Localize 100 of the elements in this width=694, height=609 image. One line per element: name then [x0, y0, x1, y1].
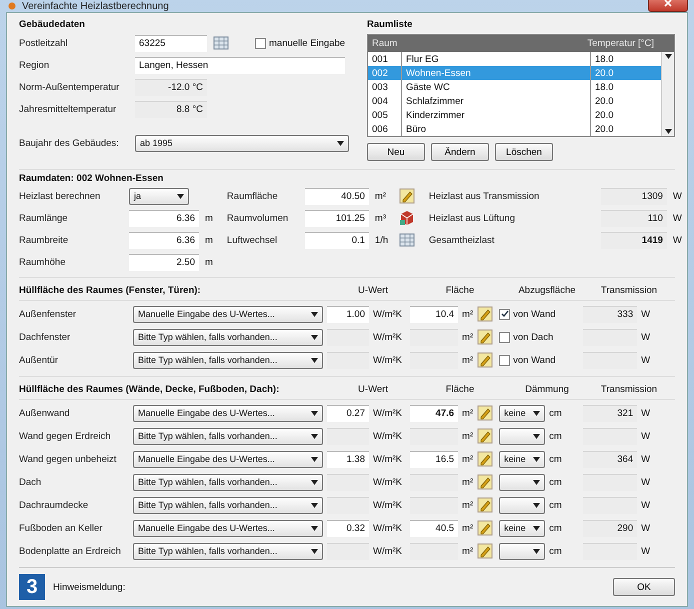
- value-field[interactable]: 40.50: [304, 188, 369, 204]
- pencil-icon[interactable]: [477, 306, 494, 322]
- insulation-dropdown[interactable]: keine: [499, 520, 546, 536]
- u-value-field[interactable]: 0.32: [327, 520, 369, 536]
- insulation-dropdown[interactable]: [499, 428, 546, 444]
- insulation-dropdown[interactable]: keine: [499, 404, 546, 422]
- u-value-field[interactable]: 0.27: [327, 404, 369, 422]
- value-field[interactable]: 101.25: [304, 210, 369, 226]
- u-value-field[interactable]: [327, 428, 369, 444]
- pencil-icon[interactable]: [477, 352, 494, 368]
- checkbox[interactable]: [255, 38, 266, 48]
- area-field[interactable]: [410, 496, 458, 514]
- pencil-icon[interactable]: [477, 451, 494, 467]
- year-dropdown[interactable]: ab 1995: [135, 134, 349, 152]
- table-icon[interactable]: [398, 232, 415, 248]
- pencil-icon[interactable]: [477, 405, 494, 421]
- region-field[interactable]: Langen, Hessen: [135, 56, 345, 74]
- type-dropdown[interactable]: Bitte Typ wählen, falls vorhanden...: [133, 542, 323, 560]
- scrollbar[interactable]: [661, 52, 674, 136]
- column-header: Dämmung: [524, 384, 570, 395]
- checkbox-label: manuelle Eingabe: [269, 38, 346, 48]
- insulation-dropdown[interactable]: [499, 542, 546, 560]
- unit-label: cm: [549, 430, 562, 442]
- unit-label: W: [672, 212, 682, 224]
- type-dropdown[interactable]: Bitte Typ wählen, falls vorhanden...: [133, 428, 323, 444]
- insulation-dropdown[interactable]: [499, 474, 546, 490]
- room-row[interactable]: 004 Schlafzimmer 20.0: [368, 94, 661, 108]
- unit-label: cm: [549, 522, 562, 534]
- list-button[interactable]: Löschen: [495, 143, 553, 161]
- type-dropdown[interactable]: Bitte Typ wählen, falls vorhanden...: [133, 496, 323, 514]
- pencil-icon[interactable]: [477, 520, 494, 536]
- lookup-icon[interactable]: [213, 35, 229, 51]
- list-button[interactable]: Ändern: [431, 143, 489, 161]
- dimension-field[interactable]: 2.50: [129, 254, 199, 270]
- caret-icon: [311, 334, 318, 340]
- type-dropdown[interactable]: Bitte Typ wählen, falls vorhanden...: [133, 328, 323, 346]
- checkbox[interactable]: [499, 354, 510, 366]
- area-field[interactable]: 10.4: [410, 306, 458, 322]
- dimension-field[interactable]: 6.36: [129, 210, 199, 226]
- row-label: Außenfenster: [19, 308, 78, 320]
- list-button[interactable]: Neu: [367, 143, 425, 161]
- type-dropdown[interactable]: Manuelle Eingabe des U-Wertes...: [133, 450, 323, 468]
- insulation-dropdown[interactable]: keine: [499, 450, 546, 468]
- value-field[interactable]: 0.1: [304, 232, 369, 248]
- pencil-icon[interactable]: [477, 329, 494, 345]
- cube-icon[interactable]: [398, 210, 415, 226]
- caret-icon: [533, 526, 540, 530]
- u-value-field[interactable]: [327, 328, 369, 346]
- type-dropdown[interactable]: Manuelle Eingabe des U-Wertes...: [133, 306, 323, 322]
- row-label: Außenwand: [19, 408, 71, 418]
- caret-icon: [533, 502, 540, 508]
- row-label: Bodenplatte an Erdreich: [19, 546, 122, 556]
- unit-label: W: [641, 546, 650, 556]
- u-value-field[interactable]: 1.38: [327, 450, 369, 468]
- pencil-icon[interactable]: [477, 428, 494, 444]
- section-title: Hüllfläche des Raumes (Wände, Decke, Fußboden, Dach):: [19, 384, 280, 395]
- unit-label: W: [672, 190, 682, 202]
- pencil-icon[interactable]: [398, 188, 415, 204]
- unit-label: W: [672, 234, 682, 246]
- caret-icon: [311, 410, 318, 416]
- area-field[interactable]: [410, 542, 458, 560]
- calc-dropdown[interactable]: ja: [129, 188, 189, 204]
- area-field[interactable]: [410, 352, 458, 368]
- u-value-field[interactable]: [327, 542, 369, 560]
- room-row[interactable]: 006 Büro 20.0: [368, 122, 661, 136]
- caret-icon: [311, 312, 318, 316]
- area-field[interactable]: [410, 474, 458, 490]
- area-field[interactable]: 16.5: [410, 450, 458, 468]
- room-row[interactable]: 005 Kinderzimmer 20.0: [368, 108, 661, 122]
- checkbox[interactable]: [499, 332, 510, 342]
- pencil-icon[interactable]: [477, 474, 494, 490]
- app-icon: [8, 2, 16, 10]
- type-dropdown[interactable]: Bitte Typ wählen, falls vorhanden...: [133, 474, 323, 490]
- checkbox-label: von Wand: [513, 308, 556, 320]
- temperature-field: -12.0 °C: [135, 78, 207, 96]
- field-label: Jahresmitteltemperatur: [19, 104, 118, 114]
- u-value-field[interactable]: [327, 496, 369, 514]
- room-row[interactable]: 003 Gäste WC 18.0: [368, 80, 661, 94]
- row-label: Dach: [19, 476, 42, 488]
- dimension-field[interactable]: 6.36: [129, 232, 199, 248]
- area-field[interactable]: [410, 428, 458, 444]
- caret-icon: [311, 548, 318, 554]
- pencil-icon[interactable]: [477, 543, 494, 559]
- checkbox[interactable]: [499, 308, 510, 320]
- type-dropdown[interactable]: Manuelle Eingabe des U-Wertes...: [133, 404, 323, 422]
- insulation-dropdown[interactable]: [499, 496, 546, 514]
- area-field[interactable]: 47.6: [410, 404, 458, 422]
- pencil-icon[interactable]: [477, 497, 494, 513]
- area-field[interactable]: 40.5: [410, 520, 458, 536]
- row-label: Dachfenster: [19, 332, 72, 342]
- type-dropdown[interactable]: Bitte Typ wählen, falls vorhanden...: [133, 352, 323, 368]
- area-field[interactable]: [410, 328, 458, 346]
- caret-icon: [533, 480, 540, 484]
- unit-label: m³: [374, 212, 387, 224]
- u-value-field[interactable]: 1.00: [327, 306, 369, 322]
- u-value-field[interactable]: [327, 352, 369, 368]
- postcode-field[interactable]: 63225: [135, 34, 207, 52]
- type-dropdown[interactable]: Manuelle Eingabe des U-Wertes...: [133, 520, 323, 536]
- ok-button[interactable]: OK: [613, 578, 675, 596]
- u-value-field[interactable]: [327, 474, 369, 490]
